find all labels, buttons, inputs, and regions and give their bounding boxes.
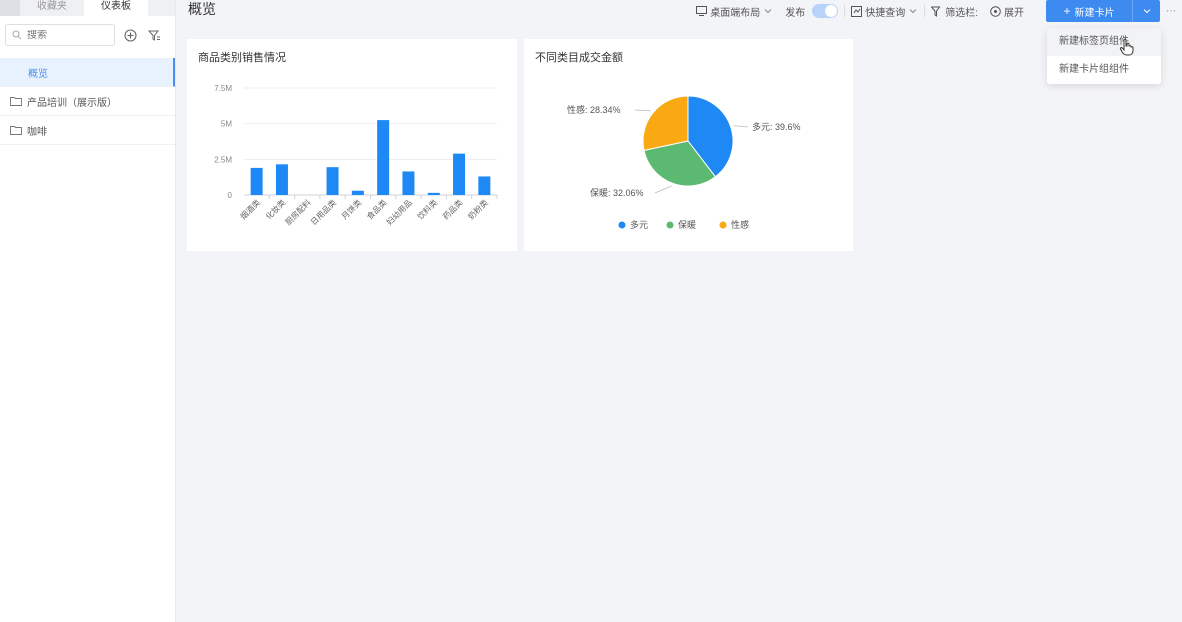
filter-button[interactable] xyxy=(145,24,163,46)
page-header: 概览 桌面端布局 发布 快捷查询 筛选栏: 展开 + 新建卡片 ⋯ xyxy=(176,0,1182,30)
pie-label-leader xyxy=(733,125,749,128)
bar-chart: 0 2.5M 5M 7.5M 烟酒类 化妆类厨房配料日用品类 月饼类 食品类妇幼用品 饮料类 药品… xyxy=(214,84,498,227)
y-tick-label: 0 xyxy=(228,191,233,200)
legend-label: 多元 xyxy=(630,219,648,230)
new-card-button[interactable]: + 新建卡片 xyxy=(1046,0,1132,22)
filter-icon xyxy=(147,30,160,41)
layout-label: 桌面端布局 xyxy=(710,7,761,19)
tab-favorites[interactable]: 收藏夹 xyxy=(20,0,84,16)
x-tick-label: 月饼类 xyxy=(339,197,363,221)
sidebar: 收藏夹 仪表板 概览 产品培训（展示版） 咖啡 xyxy=(0,0,176,622)
chevron-down-icon xyxy=(1143,9,1150,14)
filter-bar-label: 筛选栏: xyxy=(945,7,978,19)
expand-label: 展开 xyxy=(1004,7,1024,19)
pie-label-leader xyxy=(634,109,651,112)
sales-by-category-card: 商品类别销售情况 0 2.5M 5M 7.5M 烟酒类 化妆类 厨房配料 日用品类 月饼类 食品类… xyxy=(187,39,517,251)
pie-slice xyxy=(642,95,689,151)
bar xyxy=(377,120,390,195)
toolbar: 桌面端布局 发布 快捷查询 筛选栏: 展开 + 新建卡片 ⋯ xyxy=(690,0,1182,22)
hand-cursor-icon xyxy=(1119,38,1134,56)
x-tick-label: 妇幼用品 xyxy=(384,197,414,227)
more-icon[interactable]: ⋯ xyxy=(1160,6,1182,17)
bar xyxy=(478,176,491,195)
chevron-down-icon xyxy=(909,9,917,14)
pie-label-leader xyxy=(654,185,672,194)
y-tick-label: 2.5M xyxy=(214,155,232,164)
pie-chart: 多元: 39.6% 保暖: 32.06% 性感: 28.34% 多元 保暖 性感 xyxy=(567,95,801,230)
sidebar-item-overview[interactable]: 概览 xyxy=(0,58,175,87)
y-tick-label: 5M xyxy=(221,120,232,129)
expand-button[interactable]: 展开 xyxy=(984,4,1030,19)
new-card-dropdown-menu: 新建标签页组件 新建卡片组组件 xyxy=(1047,28,1161,84)
x-tick-label: 日用品类 xyxy=(308,197,338,227)
legend-marker xyxy=(618,221,626,229)
sidebar-search-row xyxy=(0,16,175,58)
new-card-dropdown-toggle[interactable] xyxy=(1132,0,1160,22)
x-tick-label: 奶粉类 xyxy=(466,197,490,221)
folder-icon xyxy=(10,97,22,106)
bar xyxy=(453,153,466,195)
filter-icon xyxy=(931,6,941,17)
pie-slice-label: 保暖: 32.06% xyxy=(590,187,644,198)
menu-item-new-tab-component[interactable]: 新建标签页组件 xyxy=(1047,28,1161,56)
sidebar-item-coffee[interactable]: 咖啡 xyxy=(0,116,175,145)
plus-icon: + xyxy=(1063,4,1071,18)
pie-slice-label: 性感: 28.34% xyxy=(567,104,621,115)
monitor-icon xyxy=(696,6,708,16)
pie-slice-label: 多元: 39.6% xyxy=(752,121,801,132)
add-circle-icon xyxy=(123,28,137,42)
new-card-split-button: + 新建卡片 xyxy=(1046,0,1160,22)
quick-query-button[interactable]: 快捷查询 xyxy=(845,4,924,19)
legend-marker xyxy=(719,221,727,229)
quick-query-label: 快捷查询 xyxy=(865,7,906,19)
add-button[interactable] xyxy=(121,24,139,46)
bar xyxy=(250,167,263,195)
sidebar-tab-filler xyxy=(148,0,175,16)
search-icon xyxy=(12,30,22,40)
sidebar-item-label: 产品培训（展示版） xyxy=(27,97,117,109)
legend-marker xyxy=(666,221,674,229)
x-tick-label: 化妆类 xyxy=(263,197,287,221)
bar xyxy=(351,190,364,195)
publish-label: 发布 xyxy=(785,7,806,19)
folder-icon xyxy=(10,126,22,135)
expand-circle-icon xyxy=(990,5,1001,17)
publish-control: 发布 xyxy=(779,4,844,19)
sidebar-tabs: 收藏夹 仪表板 xyxy=(0,0,175,16)
sidebar-search-box[interactable] xyxy=(5,24,115,46)
page-title: 概览 xyxy=(188,1,216,17)
legend-label: 保暖 xyxy=(678,219,696,230)
bar xyxy=(402,171,415,195)
bar xyxy=(275,164,288,195)
x-tick-label: 饮料类 xyxy=(415,197,439,221)
bar xyxy=(326,167,339,195)
sidebar-item-label: 咖啡 xyxy=(27,126,47,138)
publish-toggle[interactable] xyxy=(812,4,839,18)
layout-selector[interactable]: 桌面端布局 xyxy=(690,4,779,19)
x-tick-label: 厨房配料 xyxy=(283,197,313,227)
chevron-down-icon xyxy=(764,9,772,14)
y-tick-label: 7.5M xyxy=(214,84,232,93)
search-input[interactable] xyxy=(27,29,107,41)
sidebar-item-label: 概览 xyxy=(28,68,48,80)
bar xyxy=(427,192,440,195)
menu-item-new-card-group-component[interactable]: 新建卡片组组件 xyxy=(1047,56,1161,84)
new-card-label: 新建卡片 xyxy=(1074,7,1115,19)
filter-bar-control[interactable]: 筛选栏: xyxy=(925,4,984,19)
tab-dashboards[interactable]: 仪表板 xyxy=(84,0,148,16)
x-tick-label: 药品类 xyxy=(440,197,464,221)
legend-label: 性感 xyxy=(731,219,749,230)
x-tick-label: 烟酒类 xyxy=(238,197,262,221)
category-turnover-card: 不同类目成交金额 多元: 39.6% 保暖: 32.06% 性感: 28.34% 多元… xyxy=(524,39,853,251)
x-tick-label: 食品类 xyxy=(365,197,389,221)
sidebar-collapse-handle[interactable] xyxy=(0,0,20,16)
quick-query-icon xyxy=(851,5,863,17)
sidebar-item-product-training[interactable]: 产品培训（展示版） xyxy=(0,87,175,116)
